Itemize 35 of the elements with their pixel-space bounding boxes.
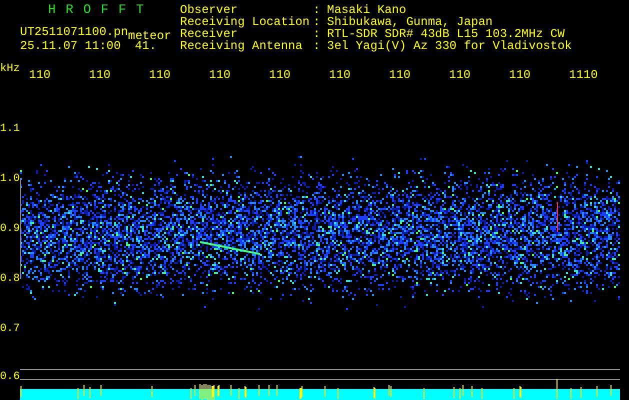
info-label: Receiving Location — [180, 16, 311, 28]
date-time: 25.11.07 11:00 — [20, 40, 121, 52]
info-value: 3el Yagi(V) Az 330 for Vladivostok — [327, 40, 572, 52]
time-label: 110 — [509, 69, 532, 81]
frequency-label: 1.0 — [0, 173, 20, 185]
time-label: 110 — [209, 69, 232, 81]
separator: : — [313, 40, 322, 52]
time-label: 110 — [449, 69, 472, 81]
file-name: UT2511071100.pn — [20, 26, 128, 38]
time-label: 110 — [389, 69, 412, 81]
app-title: H R O F F T — [47, 4, 146, 19]
info-label: Receiver — [180, 28, 238, 40]
separator: : — [313, 16, 322, 28]
count-value: 41. — [134, 40, 156, 52]
time-label: 1110 — [569, 69, 599, 81]
time-label: 110 — [269, 69, 292, 81]
time-label: 110 — [29, 69, 52, 81]
time-label: 110 — [89, 69, 112, 81]
info-value: Shibukawa, Gunma, Japan — [327, 16, 493, 28]
separator: : — [313, 28, 322, 40]
separator: : — [313, 4, 322, 16]
frequency-label: 0.8 — [0, 273, 20, 285]
info-value: RTL-SDR SDR# 43dB L15 103.2MHz CW — [327, 28, 565, 40]
frequency-label: 0.7 — [0, 323, 20, 335]
event-tag: meteor — [128, 30, 172, 42]
time-label: 110 — [149, 69, 172, 81]
unit-label: kHz — [0, 63, 21, 75]
frequency-label: 0.6 — [0, 371, 20, 383]
info-label: Receiving Antenna — [180, 40, 304, 52]
info-value: Masaki Kano — [327, 4, 406, 16]
time-label: 110 — [329, 69, 352, 81]
meteor-trail — [200, 241, 260, 255]
info-label: Observer — [180, 4, 238, 16]
frequency-label: 0.9 — [0, 223, 20, 235]
frequency-label: 1.1 — [0, 123, 20, 135]
